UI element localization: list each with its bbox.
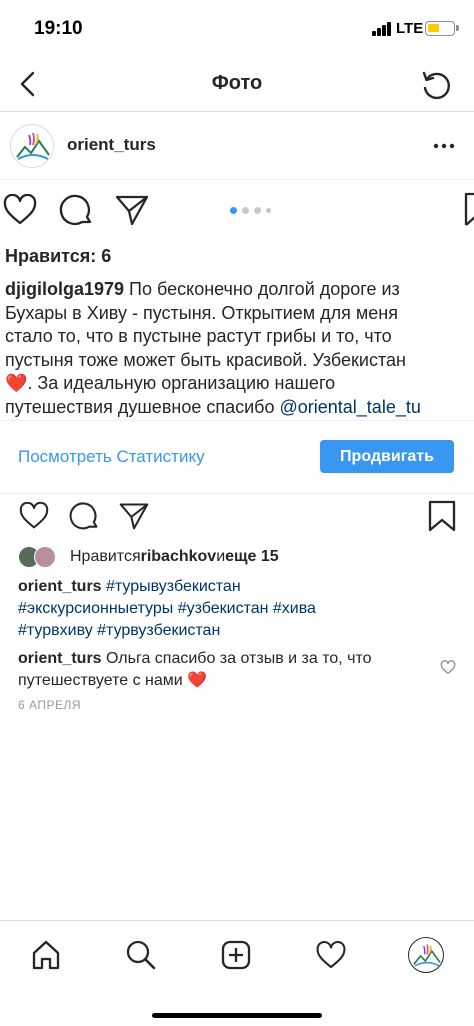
status-bar: 19:10 LTE (0, 0, 474, 58)
brand-logo-icon (413, 944, 441, 967)
caption-text: пустыня тоже может быть красивой. Узбеки… (5, 349, 406, 370)
tab-search[interactable] (121, 935, 161, 975)
send-icon (119, 503, 149, 530)
comment-like-button[interactable] (440, 660, 456, 680)
hashtag-caption: orient_turs #турывузбекистан #экскурсион… (18, 576, 438, 642)
brand-logo-icon (16, 132, 50, 160)
liked-by[interactable]: Нравится ribachkov и еще 15 (18, 546, 279, 568)
tab-bar (0, 920, 474, 1026)
liked-by-others[interactable]: еще 15 (225, 548, 279, 566)
carousel-dot (254, 206, 261, 214)
carousel-dot (266, 207, 271, 213)
hashtag-list[interactable]: #экскурсионныетуры #узбекистан #хива (18, 600, 316, 617)
like-button[interactable] (0, 190, 40, 230)
share-button[interactable] (116, 498, 152, 534)
tab-activity[interactable] (311, 935, 351, 975)
comment-icon (69, 502, 98, 530)
home-icon (32, 940, 60, 970)
insights-row: Посмотреть Статистику Продвигать (0, 420, 474, 494)
liked-by-user[interactable]: ribachkov (141, 548, 217, 566)
liked-by-middle: и (216, 548, 226, 565)
carousel-dot (242, 206, 249, 214)
save-button[interactable] (424, 498, 460, 534)
signal-icon (372, 22, 392, 36)
liked-avatars (18, 546, 62, 568)
heart-icon (3, 194, 37, 225)
avatar (408, 937, 444, 973)
share-button[interactable] (112, 190, 152, 230)
heart-icon (19, 502, 49, 529)
caption-text: . За идеальную организацию нашего (27, 373, 336, 393)
more-options-button[interactable] (430, 132, 458, 160)
comment-icon (59, 194, 92, 226)
home-indicator (152, 1013, 322, 1018)
caption-text: стало то, что в пустыне растут грибы и т… (5, 326, 392, 346)
tab-new-post[interactable] (216, 935, 256, 975)
more-horizontal-icon (433, 143, 455, 149)
comment-username[interactable]: orient_turs (18, 650, 102, 667)
save-button[interactable] (456, 190, 474, 230)
status-time: 19:10 (34, 18, 83, 39)
post-date: 6 АПРЕЛЯ (18, 698, 82, 712)
network-label: LTE (396, 20, 424, 37)
battery-icon (425, 21, 455, 36)
comment-button[interactable] (66, 498, 102, 534)
comment-text: путешествуете с нами (18, 672, 188, 689)
caption-mention[interactable]: @oriental_tale_tu (279, 397, 420, 417)
avatar (34, 546, 56, 568)
refresh-icon (422, 71, 450, 100)
caption-text: Бухары в Хиву - пустыня. Открытием для м… (5, 302, 398, 323)
page-title: Фото (211, 72, 263, 94)
refresh-button[interactable] (416, 65, 456, 105)
caption-text: путешествия душевное спасибо (5, 396, 280, 417)
nav-header: Фото (0, 58, 474, 112)
bookmark-icon (464, 192, 474, 226)
send-icon (115, 195, 149, 226)
caption-username[interactable]: djigilolga1979 (5, 279, 124, 299)
heart-icon (440, 660, 456, 674)
promote-button[interactable]: Продвигать (320, 440, 454, 473)
hashtag-list[interactable]: #турвхиву #турвузбекистан (18, 622, 220, 639)
tab-home[interactable] (26, 935, 66, 975)
avatar[interactable] (10, 124, 54, 168)
likes-count[interactable]: Нравится: 6 (5, 246, 111, 267)
post-username[interactable]: orient_turs (67, 135, 156, 155)
heart-icon (316, 940, 346, 968)
view-insights-link[interactable]: Посмотреть Статистику (18, 447, 205, 467)
search-icon (126, 940, 156, 970)
hashtag-list[interactable]: #турывузбекистан (102, 578, 241, 595)
post-header: orient_turs (0, 112, 474, 180)
comment-button[interactable] (56, 190, 96, 230)
liked-by-prefix: Нравится (70, 548, 141, 565)
heart-emoji: ❤️ (5, 373, 28, 393)
bookmark-icon (428, 500, 456, 532)
comment: orient_turs Ольга спасибо за отзыв и за … (18, 648, 438, 692)
tab-profile[interactable] (406, 935, 446, 975)
like-button[interactable] (16, 498, 52, 534)
carousel-indicator (230, 206, 271, 214)
caption-text: По бесконечно долгой дороге из (124, 279, 400, 299)
heart-emoji: ❤️ (187, 672, 208, 689)
comment-text: Ольга спасибо за отзыв и за то, что (101, 650, 372, 667)
post-caption: djigilolga1979 По бесконечно долгой доро… (5, 278, 474, 418)
carousel-dot (230, 206, 237, 214)
post-actions-secondary (0, 494, 474, 540)
caption-username[interactable]: orient_turs (18, 578, 102, 595)
add-post-icon (221, 940, 251, 970)
